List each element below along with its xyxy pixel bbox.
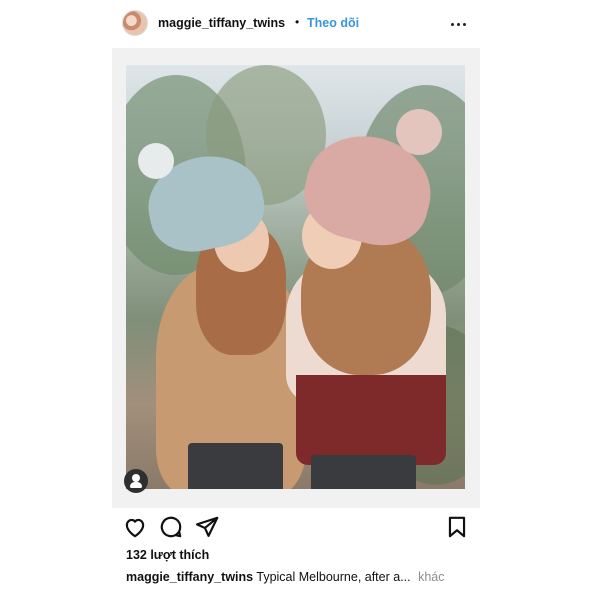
action-bar — [112, 512, 480, 542]
post-media[interactable] — [112, 48, 480, 508]
save-button[interactable] — [444, 514, 470, 540]
more-dot — [457, 23, 460, 26]
legs — [311, 455, 416, 489]
bookmark-icon — [448, 516, 466, 538]
profile-avatar[interactable] — [122, 10, 148, 36]
girl-left-pompom — [138, 143, 174, 179]
post-header: maggie_tiffany_twins • Theo dõi — [112, 0, 480, 48]
caption-more-link[interactable]: khác — [418, 570, 444, 584]
like-count[interactable]: 132 lượt thích — [126, 548, 209, 562]
like-button[interactable] — [122, 514, 148, 540]
share-button[interactable] — [194, 514, 220, 540]
girl-right-sweater-band — [296, 375, 446, 465]
legs — [188, 443, 283, 489]
user-tag-icon[interactable] — [124, 469, 148, 493]
more-dot — [463, 23, 466, 26]
follow-button[interactable]: Theo dõi — [307, 16, 359, 30]
separator-dot: • — [295, 15, 300, 29]
more-options-button[interactable] — [448, 14, 468, 34]
heart-icon — [125, 518, 145, 538]
caption: maggie_tiffany_twins Typical Melbourne, … — [126, 570, 445, 584]
caption-author[interactable]: maggie_tiffany_twins — [126, 570, 253, 584]
post-photo — [126, 65, 465, 489]
more-horizontal-icon — [451, 23, 454, 26]
comment-button[interactable] — [158, 514, 184, 540]
username[interactable]: maggie_tiffany_twins — [158, 16, 285, 30]
caption-text: Typical Melbourne, after a... — [256, 570, 411, 584]
girl-right-pompom — [396, 109, 442, 155]
paper-plane-icon — [195, 516, 219, 537]
comment-bubble-icon — [160, 516, 182, 538]
instagram-post: maggie_tiffany_twins • Theo dõi 132 lượt… — [112, 0, 480, 592]
